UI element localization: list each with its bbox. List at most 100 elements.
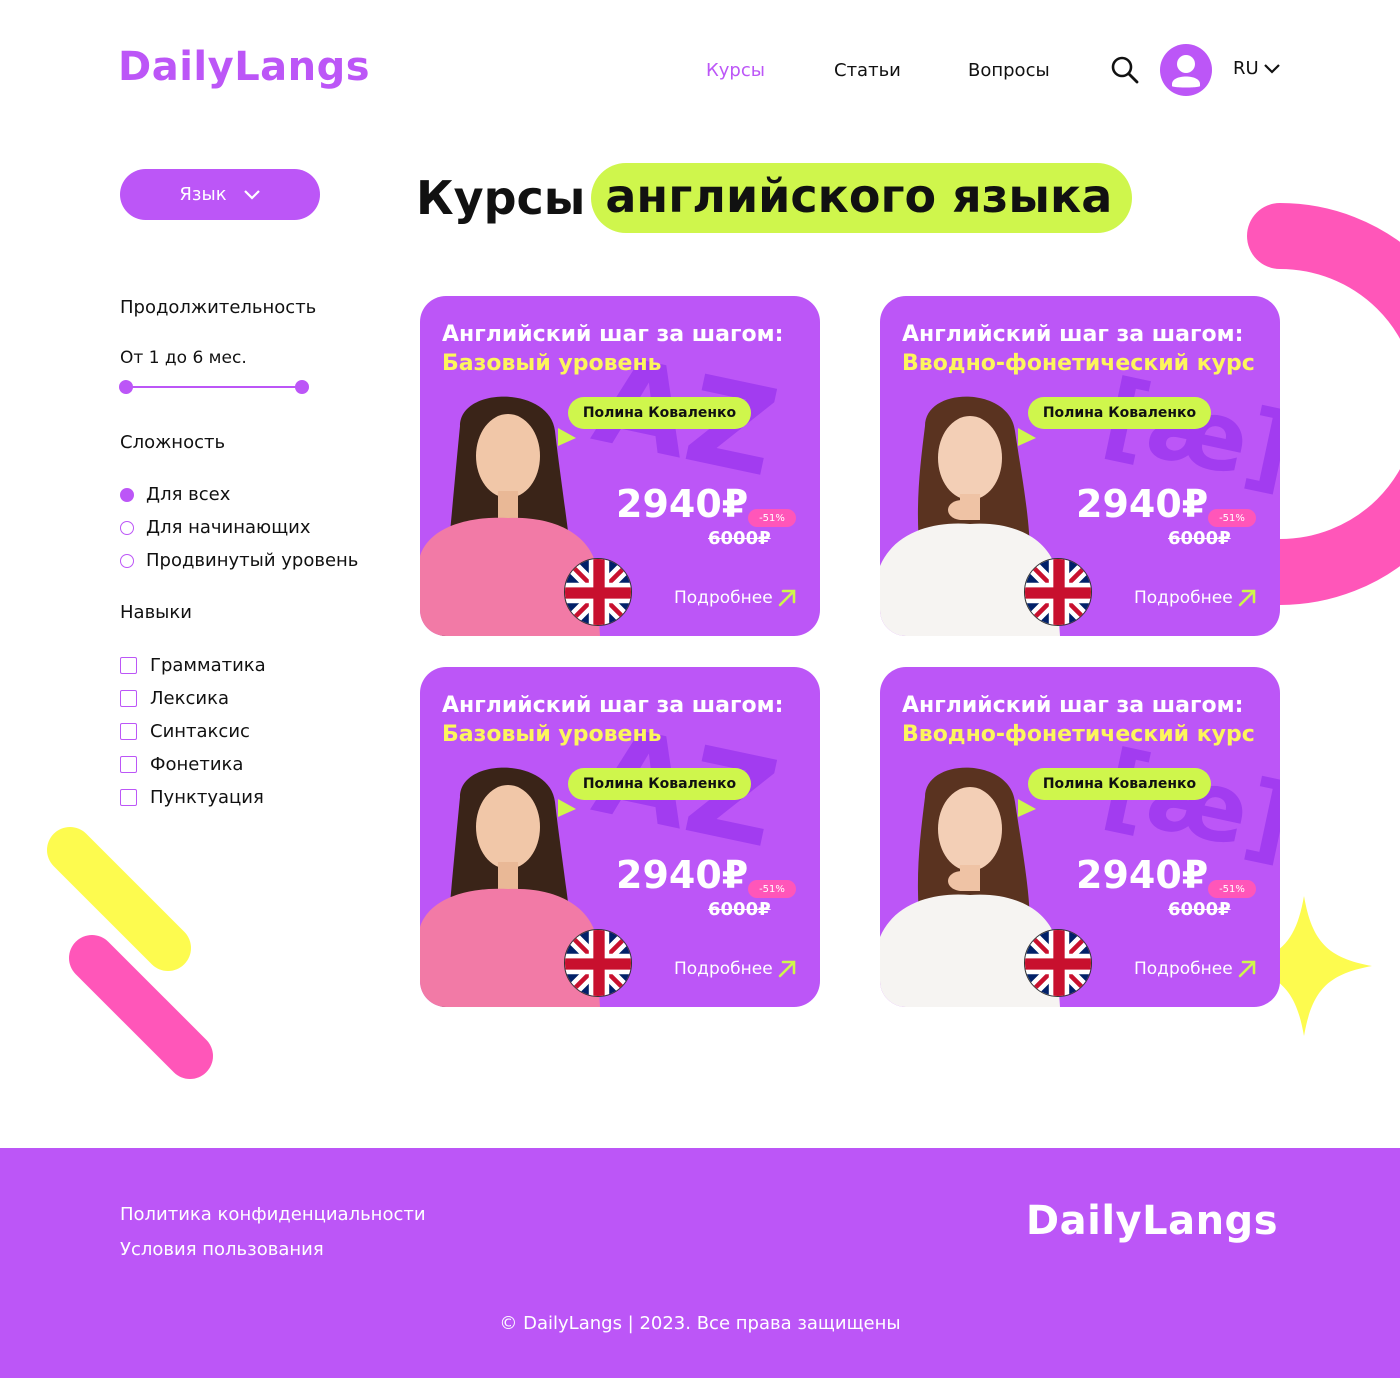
chevron-down-icon: [243, 189, 260, 200]
tutor-name-badge: Полина Коваленко: [1028, 397, 1211, 429]
more-label: Подробнее: [1134, 959, 1233, 979]
discount-badge: -51%: [1208, 880, 1256, 898]
uk-flag-icon: [1025, 930, 1091, 996]
card-more-link[interactable]: Подробнее: [674, 959, 797, 979]
speech-tail-icon: [1018, 799, 1036, 817]
difficulty-option-all[interactable]: Для всех: [120, 484, 230, 505]
skill-checkbox-punctuation[interactable]: Пунктуация: [120, 787, 264, 808]
difficulty-title: Сложность: [120, 432, 226, 453]
tutor-name-badge: Полина Коваленко: [1028, 768, 1211, 800]
nav-questions[interactable]: Вопросы: [968, 60, 1050, 81]
more-label: Подробнее: [674, 588, 773, 608]
course-card[interactable]: [æ] Английский шаг за шагом: Вводно-фоне…: [880, 667, 1280, 1007]
duration-slider-min-handle[interactable]: [119, 380, 133, 394]
footer: [0, 1148, 1400, 1378]
pink-bar-decoration: [69, 935, 213, 1079]
privacy-policy-link[interactable]: Политика конфиденциальности: [120, 1204, 426, 1225]
logo[interactable]: DailyLangs: [118, 44, 370, 90]
language-filter-button[interactable]: Язык: [120, 169, 320, 220]
card-subtitle: Вводно-фонетический курс: [902, 722, 1255, 747]
skill-label: Фонетика: [150, 754, 244, 775]
duration-slider-max-handle[interactable]: [295, 380, 309, 394]
difficulty-option-advanced[interactable]: Продвинутый уровень: [120, 550, 358, 571]
flag-badge: [564, 558, 632, 626]
card-price: 2940₽: [616, 482, 749, 526]
card-title: Английский шаг за шагом:: [442, 693, 784, 718]
difficulty-option-label: Для всех: [146, 484, 231, 505]
card-old-price: 6000₽: [708, 528, 771, 549]
card-old-price: 6000₽: [708, 899, 771, 920]
flag-badge: [1024, 929, 1092, 997]
more-label: Подробнее: [674, 959, 773, 979]
radio-icon: [120, 520, 134, 535]
checkbox-icon: [120, 789, 137, 806]
arrow-up-right-icon: [778, 589, 795, 607]
language-label: RU: [1233, 58, 1259, 79]
card-price: 2940₽: [616, 853, 749, 897]
checkbox-icon: [120, 690, 137, 707]
radio-selected-icon: [120, 487, 134, 502]
page-title-part1: Курсы: [416, 171, 586, 225]
skill-label: Лексика: [150, 688, 229, 709]
course-card[interactable]: AZ Английский шаг за шагом: Базовый уров…: [420, 296, 820, 636]
copyright: © DailyLangs | 2023. Все права защищены: [499, 1313, 901, 1334]
skill-checkbox-syntax[interactable]: Синтаксис: [120, 721, 250, 742]
page-title: Курсы английского языка: [416, 158, 1133, 238]
checkbox-icon: [120, 723, 137, 740]
duration-title: Продолжительность: [120, 297, 317, 318]
radio-icon: [120, 553, 134, 568]
card-more-link[interactable]: Подробнее: [1134, 588, 1257, 608]
uk-flag-icon: [1025, 559, 1091, 625]
speech-tail-icon: [558, 428, 576, 446]
card-subtitle: Базовый уровень: [442, 722, 662, 747]
nav-articles[interactable]: Статьи: [834, 60, 901, 81]
skill-label: Грамматика: [150, 655, 266, 676]
footer-logo[interactable]: DailyLangs: [1026, 1198, 1278, 1244]
search-icon[interactable]: [1110, 55, 1140, 85]
language-switcher[interactable]: RU: [1233, 58, 1281, 79]
more-label: Подробнее: [1134, 588, 1233, 608]
speech-tail-icon: [1018, 428, 1036, 446]
skill-checkbox-vocabulary[interactable]: Лексика: [120, 688, 229, 709]
flag-badge: [564, 929, 632, 997]
card-price: 2940₽: [1076, 482, 1209, 526]
arrow-up-right-icon: [778, 960, 795, 978]
skill-checkbox-grammar[interactable]: Грамматика: [120, 655, 266, 676]
discount-badge: -51%: [1208, 509, 1256, 527]
difficulty-option-label: Продвинутый уровень: [146, 550, 359, 571]
card-title: Английский шаг за шагом:: [902, 322, 1244, 347]
card-old-price: 6000₽: [1168, 528, 1231, 549]
flag-badge: [1024, 558, 1092, 626]
course-card[interactable]: [æ] Английский шаг за шагом: Вводно-фоне…: [880, 296, 1280, 636]
user-icon: [1172, 55, 1200, 88]
language-filter-label: Язык: [179, 184, 227, 205]
user-avatar[interactable]: [1160, 44, 1212, 96]
card-more-link[interactable]: Подробнее: [674, 588, 797, 608]
card-title: Английский шаг за шагом:: [442, 322, 784, 347]
course-card[interactable]: AZ Английский шаг за шагом: Базовый уров…: [420, 667, 820, 1007]
arrow-up-right-icon: [1238, 589, 1255, 607]
checkbox-icon: [120, 657, 137, 674]
skills-title: Навыки: [120, 602, 192, 623]
card-more-link[interactable]: Подробнее: [1134, 959, 1257, 979]
tutor-name-badge: Полина Коваленко: [568, 768, 751, 800]
card-old-price: 6000₽: [1168, 899, 1231, 920]
arrow-up-right-icon: [1238, 960, 1255, 978]
skill-label: Пунктуация: [150, 787, 264, 808]
card-subtitle: Базовый уровень: [442, 351, 662, 376]
terms-of-use-link[interactable]: Условия пользования: [120, 1239, 324, 1260]
card-price: 2940₽: [1076, 853, 1209, 897]
nav-courses[interactable]: Курсы: [706, 60, 765, 81]
duration-range-text: От 1 до 6 мес.: [120, 348, 247, 368]
discount-badge: -51%: [748, 509, 796, 527]
page-title-highlight: английского языка: [591, 163, 1133, 233]
difficulty-option-beginner[interactable]: Для начинающих: [120, 517, 311, 538]
speech-tail-icon: [558, 799, 576, 817]
duration-slider-track[interactable]: [126, 386, 302, 388]
card-title: Английский шаг за шагом:: [902, 693, 1244, 718]
skill-checkbox-phonetics[interactable]: Фонетика: [120, 754, 243, 775]
skill-label: Синтаксис: [150, 721, 250, 742]
difficulty-option-label: Для начинающих: [146, 517, 311, 538]
uk-flag-icon: [565, 559, 631, 625]
checkbox-icon: [120, 756, 137, 773]
